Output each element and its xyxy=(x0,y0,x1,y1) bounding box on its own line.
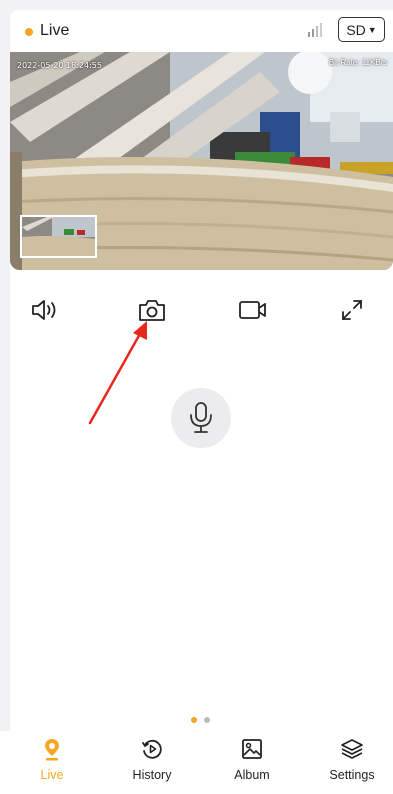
tab-album-label: Album xyxy=(234,768,270,782)
video-record-icon xyxy=(239,301,266,319)
playback-controls xyxy=(10,290,393,332)
live-status-dot xyxy=(25,28,33,36)
tab-live[interactable]: Live xyxy=(12,731,92,794)
tab-settings-label: Settings xyxy=(329,768,375,782)
speaker-toggle-button[interactable] xyxy=(26,290,66,330)
bottom-tab-bar: Live History Album Settings xyxy=(0,731,393,794)
tab-live-label: Live xyxy=(40,768,64,782)
album-icon xyxy=(242,739,262,759)
tab-album[interactable]: Album xyxy=(212,731,292,794)
talk-button[interactable] xyxy=(171,388,231,448)
quality-label: SD xyxy=(346,21,366,38)
page-dot-active xyxy=(191,717,197,723)
signal-strength-icon xyxy=(307,22,325,38)
video-bitrate: Bit Rate: 11KB/s xyxy=(328,58,387,67)
page-dot xyxy=(204,717,210,723)
live-video-feed[interactable]: 2022-05-20 18:24:55 Bit Rate: 11KB/s xyxy=(10,52,393,270)
annotation-arrow xyxy=(88,321,147,425)
fullscreen-button[interactable] xyxy=(332,290,372,330)
settings-layers-icon xyxy=(341,739,363,759)
live-status-label: Live xyxy=(40,22,70,39)
live-header: Live SD ▼ xyxy=(10,14,393,52)
quality-select-button[interactable]: SD ▼ xyxy=(338,17,385,42)
tab-history-label: History xyxy=(132,768,172,782)
tab-settings[interactable]: Settings xyxy=(312,731,392,794)
video-timestamp: 2022-05-20 18:24:55 xyxy=(17,61,102,70)
page-indicator xyxy=(191,717,221,725)
caret-down-icon: ▼ xyxy=(367,24,377,35)
live-pin-icon xyxy=(45,739,59,761)
record-video-button[interactable] xyxy=(233,290,273,330)
speaker-icon xyxy=(32,300,56,320)
picture-in-picture-thumbnail[interactable] xyxy=(20,215,97,258)
fullscreen-icon xyxy=(342,300,362,320)
tab-history[interactable]: History xyxy=(112,731,192,794)
microphone-icon xyxy=(190,402,212,433)
history-icon xyxy=(142,739,162,759)
